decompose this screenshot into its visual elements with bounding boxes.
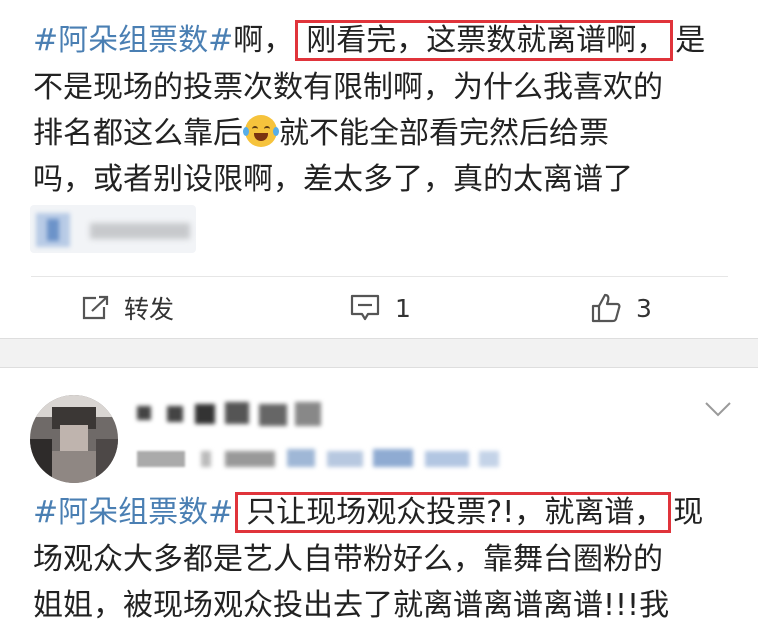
post1-text: 就不能全部看完然后给票 [279, 116, 609, 151]
post1-text: 是 [675, 23, 706, 58]
laughing-crying-emoji-icon [243, 115, 279, 147]
repost-icon [82, 295, 109, 320]
blurred-link-text [90, 223, 190, 239]
post1-line-2: 不是现场的投票次数有限制啊，为什么我喜欢的 [33, 70, 663, 105]
post1-line-1: #阿朵组票数#啊， 刚看完，这票数就离谱啊，是 [33, 18, 705, 63]
thumbs-up-icon [591, 293, 621, 323]
highlight-box: 只让现场观众投票?!，就离谱， [235, 492, 672, 533]
topic-tag-link[interactable]: #阿朵组票数# [33, 495, 233, 530]
blurred-link-card[interactable] [30, 205, 196, 253]
chevron-down-icon[interactable] [704, 400, 732, 418]
like-button[interactable]: 3 [590, 290, 652, 326]
post1-action-bar: 转发 1 3 [0, 280, 758, 338]
blurred-thumbnail [36, 213, 70, 247]
repost-button[interactable]: 转发 [80, 290, 174, 326]
post2-line-3: 姐姐，被现场观众投出去了就离谱离谱离谱!!!我 [33, 588, 670, 623]
post1-line-3: 排名都这么靠后 就不能全部看完然后给票 [33, 111, 609, 156]
like-count: 3 [636, 293, 652, 323]
post1-text: 排名都这么靠后 [33, 116, 243, 151]
avatar[interactable] [30, 395, 118, 483]
post2-text: 现 [673, 495, 704, 530]
post-meta [137, 445, 502, 473]
divider [31, 276, 728, 277]
post1-line-4: 吗，或者别设限啊，差太多了，真的太离谱了 [33, 162, 633, 197]
topic-tag-link[interactable]: #阿朵组票数# [33, 23, 233, 58]
comment-count: 1 [395, 293, 411, 323]
comment-icon [350, 294, 380, 321]
comment-button[interactable]: 1 [349, 290, 411, 326]
post2-line-2: 场观众大多都是艺人自带粉好么，靠舞台圈粉的 [33, 542, 663, 577]
username-blurred[interactable] [137, 398, 327, 428]
repost-label: 转发 [124, 295, 175, 324]
feed-separator [0, 338, 758, 368]
highlight-box: 刚看完，这票数就离谱啊， [295, 20, 674, 61]
post2-line-1: #阿朵组票数# 只让现场观众投票?!，就离谱，现 [33, 490, 703, 535]
timestamp-blurred [137, 451, 185, 467]
post1-text: 啊， [233, 23, 294, 58]
